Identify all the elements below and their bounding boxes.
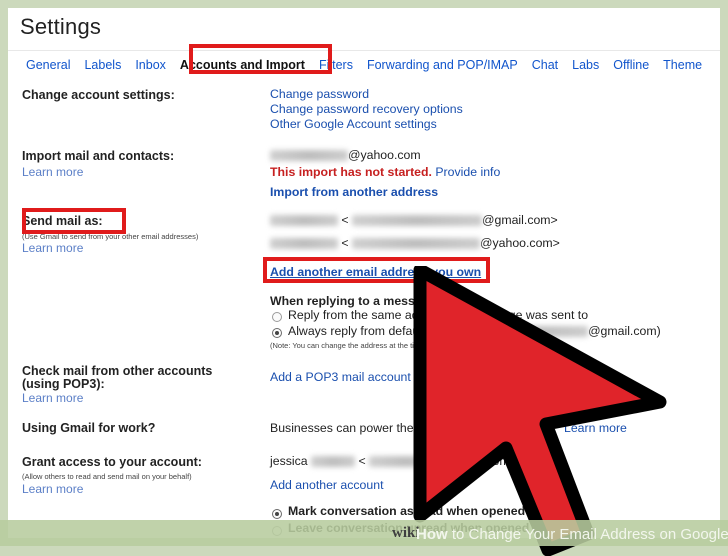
watermark-brand: How — [416, 526, 448, 543]
gmail-settings-window: Settings General Labels Inbox Accounts and … — [8, 8, 720, 538]
heading-when-replying: When replying to a message: — [270, 294, 441, 308]
redacted-text — [352, 238, 481, 249]
settings-tabbar: General Labels Inbox Accounts and Import Fil… — [8, 44, 720, 80]
import-status-text: This import has not started. — [270, 165, 432, 179]
label-change-account-settings: Change account settings: — [22, 88, 175, 102]
label-grant-access: Grant access to your account: — [22, 455, 202, 469]
link-other-google-account-settings[interactable]: Other Google Account settings — [270, 117, 437, 131]
tab-labels[interactable]: Labels — [77, 56, 128, 74]
granted-account-domain: @gmail.com> — [441, 454, 517, 468]
radio-reply-default-address[interactable] — [272, 328, 282, 338]
label-pop3-line2: (using POP3): — [22, 377, 105, 391]
row-send-mail-as: Send mail as: (Use Gmail to send from yo… — [8, 204, 720, 357]
link-add-another-account[interactable]: Add another account — [270, 478, 384, 492]
send-as-address-2: < @yahoo.com> — [270, 236, 560, 250]
sublabel-grant-access: (Allow others to read and send mail on y… — [22, 472, 192, 481]
tab-filters[interactable]: Filters — [312, 56, 360, 74]
granted-account-name: jessica — [270, 454, 308, 468]
note-reply-address: (Note: You can change the address at the… — [270, 341, 454, 350]
tabs-list: General Labels Inbox Accounts and Import Fil… — [19, 56, 709, 74]
label-reply-same-address: Reply from the same address the message … — [288, 308, 589, 322]
tab-offline[interactable]: Offline — [606, 56, 656, 74]
label-pop3-line1: Check mail from other accounts — [22, 364, 213, 378]
import-status: This import has not started. Provide inf… — [270, 165, 500, 179]
link-add-another-email-address[interactable]: Add another email address you own — [270, 265, 481, 279]
label-gmail-for-work: Using Gmail for work? — [22, 421, 156, 435]
send-as-address-1: < @gmail.com> — [270, 213, 558, 227]
address-2-domain: @yahoo.com> — [480, 236, 560, 250]
import-account-address: @yahoo.com — [270, 148, 421, 162]
address-1-domain: @gmail.com> — [482, 213, 558, 227]
tab-labs[interactable]: Labs — [565, 56, 606, 74]
tab-theme[interactable]: Theme — [656, 56, 709, 74]
redacted-text — [369, 456, 442, 467]
label-send-mail-as: Send mail as: — [22, 214, 103, 228]
radio-reply-same-address[interactable] — [272, 312, 282, 322]
redacted-text — [352, 215, 483, 226]
redacted-text — [270, 215, 338, 226]
text-gmail-for-work: Businesses can power their email with Go… — [270, 421, 556, 435]
granted-account-entry: jessica < @gmail.com> — [270, 454, 517, 468]
link-gmail-for-work-learn-more[interactable]: Learn more — [564, 421, 627, 435]
redacted-text — [311, 456, 356, 467]
reply-default-text: Always reply from default address — [288, 324, 473, 338]
link-pop3-learn-more[interactable]: Learn more — [22, 391, 83, 405]
link-send-mail-as-learn-more[interactable]: Learn more — [22, 241, 83, 255]
granted-account-separator: < — [358, 454, 366, 468]
link-import-from-another-address[interactable]: Import from another address — [270, 185, 438, 199]
tab-accounts-and-import[interactable]: Accounts and Import — [172, 56, 312, 74]
redacted-text — [270, 238, 338, 249]
tab-chat[interactable]: Chat — [525, 56, 565, 74]
redacted-text — [270, 150, 348, 161]
link-provide-info[interactable]: Provide info — [435, 165, 500, 179]
address-2-separator: < — [341, 236, 349, 250]
link-change-password-recovery[interactable]: Change password recovery options — [270, 102, 463, 116]
watermark-title: to Change Your Email Address on Google — [447, 526, 728, 543]
label-reply-default-address: Always reply from default address (@gmai… — [288, 324, 661, 338]
watermark-bar: wiki How to Change Your Email Address on… — [0, 520, 728, 546]
row-gmail-for-work: Using Gmail for work? Businesses can pow… — [8, 410, 720, 447]
watermark-caption: How to Change Your Email Address on Goog… — [416, 526, 728, 543]
link-add-pop3-account[interactable]: Add a POP3 mail account you own — [270, 370, 460, 384]
label-import-mail-contacts: Import mail and contacts: — [22, 149, 175, 163]
link-change-password[interactable]: Change password — [270, 87, 369, 101]
row-pop3-accounts: Check mail from other accounts (using PO… — [8, 356, 720, 411]
reply-default-domain: @gmail.com) — [588, 324, 661, 338]
link-grant-access-learn-more[interactable]: Learn more — [22, 482, 83, 496]
radio-mark-conversation-read[interactable] — [272, 509, 282, 519]
tab-general[interactable]: General — [19, 56, 77, 74]
row-import-mail-contacts: Import mail and contacts: Learn more @ya… — [8, 136, 720, 205]
tab-forwarding-and-pop-imap[interactable]: Forwarding and POP/IMAP — [360, 56, 525, 74]
import-account-domain: @yahoo.com — [348, 148, 421, 162]
sublabel-send-mail-as: (Use Gmail to send from your other email… — [22, 232, 199, 241]
row-change-account-settings: Change account settings: Change password… — [8, 78, 720, 137]
address-1-separator: < — [341, 213, 349, 227]
label-mark-conversation-read: Mark conversation as read when opened by… — [288, 504, 584, 518]
link-import-learn-more[interactable]: Learn more — [22, 165, 83, 179]
redacted-text — [480, 326, 589, 337]
tab-inbox[interactable]: Inbox — [128, 56, 173, 74]
page-title: Settings — [20, 14, 102, 39]
